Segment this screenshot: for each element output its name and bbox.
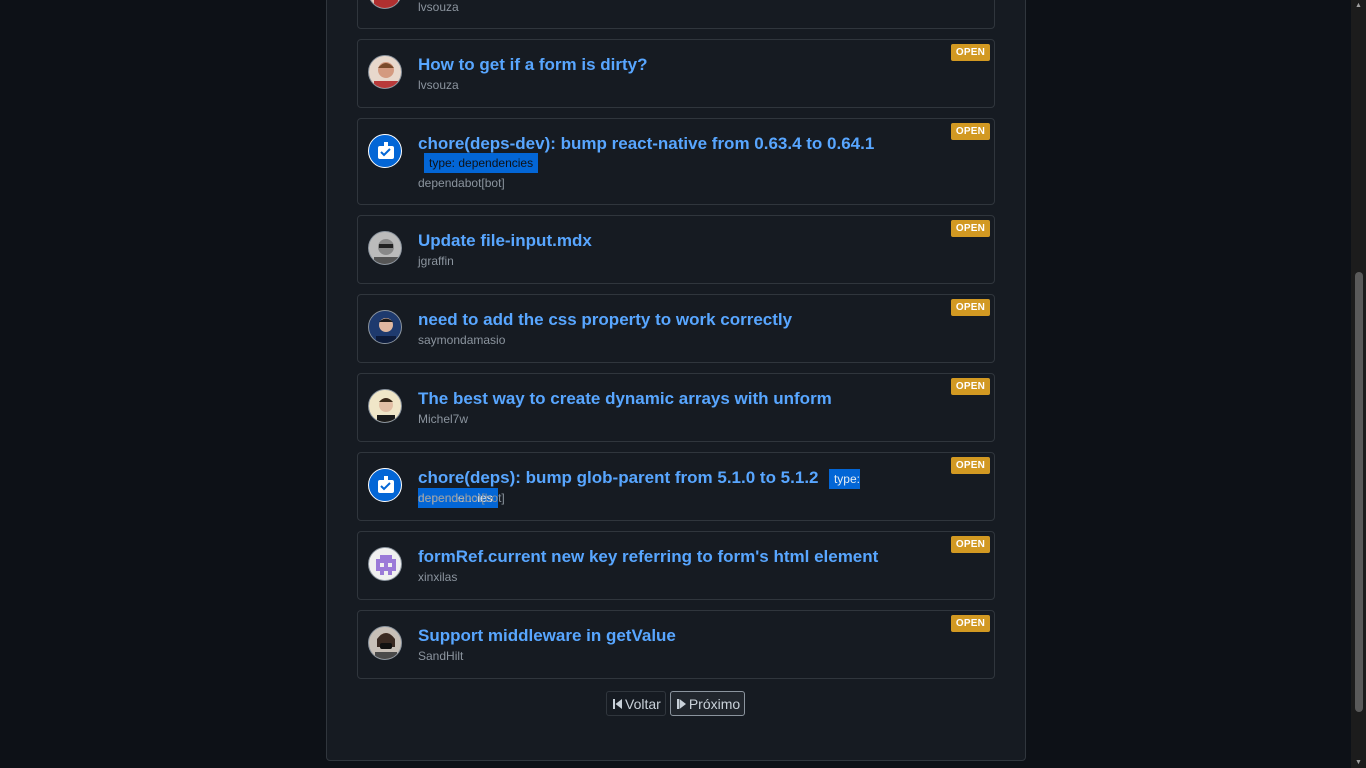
issue-title-link[interactable]: Update file-input.mdx — [418, 231, 592, 250]
issue-card[interactable]: need to add the css property to work cor… — [357, 294, 995, 363]
issue-title-link[interactable]: formRef.current new key referring to for… — [418, 547, 878, 566]
status-badge: OPEN — [950, 615, 990, 632]
issue-author: lvsouza — [418, 0, 459, 14]
issue-card[interactable]: The best way to create dynamic arrays wi… — [357, 373, 995, 442]
issue-author: Michel7w — [418, 412, 469, 426]
skip-forward-icon — [676, 698, 686, 709]
next-page-label: Próximo — [688, 695, 741, 712]
issue-card[interactable]: How to get if a form is dirty? lvsouza O… — [357, 39, 995, 108]
next-page-button[interactable]: Próximo — [669, 691, 746, 716]
author-avatar[interactable] — [368, 626, 402, 660]
issue-title-link[interactable]: chore(deps-dev): bump react-native from … — [418, 134, 874, 153]
issue-card[interactable]: chore(deps-dev): bump react-native from … — [357, 118, 995, 205]
vertical-scrollbar[interactable]: ▲ ▼ — [1351, 0, 1366, 768]
issue-author: dependabot[bot] — [418, 176, 505, 190]
dependabot-avatar[interactable] — [368, 468, 402, 502]
issue-title-link[interactable]: How to get if a form is dirty? — [418, 55, 648, 74]
prev-page-button[interactable]: Voltar — [606, 691, 666, 716]
issue-author: dependabot[bot] — [418, 491, 505, 505]
status-badge: OPEN — [950, 123, 990, 140]
dependabot-avatar[interactable] — [368, 134, 402, 168]
status-badge: OPEN — [950, 299, 990, 316]
author-avatar[interactable] — [368, 310, 402, 344]
issue-author: saymondamasio — [418, 333, 506, 347]
author-avatar[interactable] — [368, 0, 402, 9]
issue-card[interactable]: formRef.current new key referring to for… — [357, 531, 995, 600]
scroll-up-icon[interactable]: ▲ — [1355, 2, 1362, 9]
author-avatar[interactable] — [368, 389, 402, 423]
skip-back-icon — [613, 698, 622, 709]
issue-card[interactable]: Support middleware in getValue SandHilt … — [357, 610, 995, 679]
issue-title-link[interactable]: need to add the css property to work cor… — [418, 310, 792, 329]
status-badge: OPEN — [950, 44, 990, 61]
issue-label[interactable]: type: dependencies — [424, 153, 539, 173]
issue-title-link[interactable]: The best way to create dynamic arrays wi… — [418, 389, 832, 408]
scroll-down-icon[interactable]: ▼ — [1355, 759, 1362, 766]
scrollbar-thumb[interactable] — [1355, 272, 1363, 712]
issue-card[interactable]: lvsouza — [357, 0, 995, 29]
pagination: Voltar Próximo — [606, 691, 746, 716]
issue-card[interactable]: Update file-input.mdx jgraffin OPEN — [357, 215, 995, 284]
status-badge: OPEN — [950, 378, 990, 395]
status-badge: OPEN — [950, 457, 990, 474]
issue-title-link[interactable]: chore(deps): bump glob-parent from 5.1.0… — [418, 468, 819, 487]
status-badge: OPEN — [950, 220, 990, 237]
issue-title-link[interactable]: Support middleware in getValue — [418, 626, 676, 645]
status-badge: OPEN — [950, 536, 990, 553]
issue-author: jgraffin — [418, 254, 454, 268]
author-avatar[interactable] — [368, 547, 402, 581]
issue-author: lvsouza — [418, 78, 459, 92]
issue-author: SandHilt — [418, 649, 464, 663]
issue-card[interactable]: chore(deps): bump glob-parent from 5.1.0… — [357, 452, 995, 521]
prev-page-label: Voltar — [625, 695, 661, 712]
author-avatar[interactable] — [368, 55, 402, 89]
issue-author: xinxilas — [418, 570, 458, 584]
author-avatar[interactable] — [368, 231, 402, 265]
